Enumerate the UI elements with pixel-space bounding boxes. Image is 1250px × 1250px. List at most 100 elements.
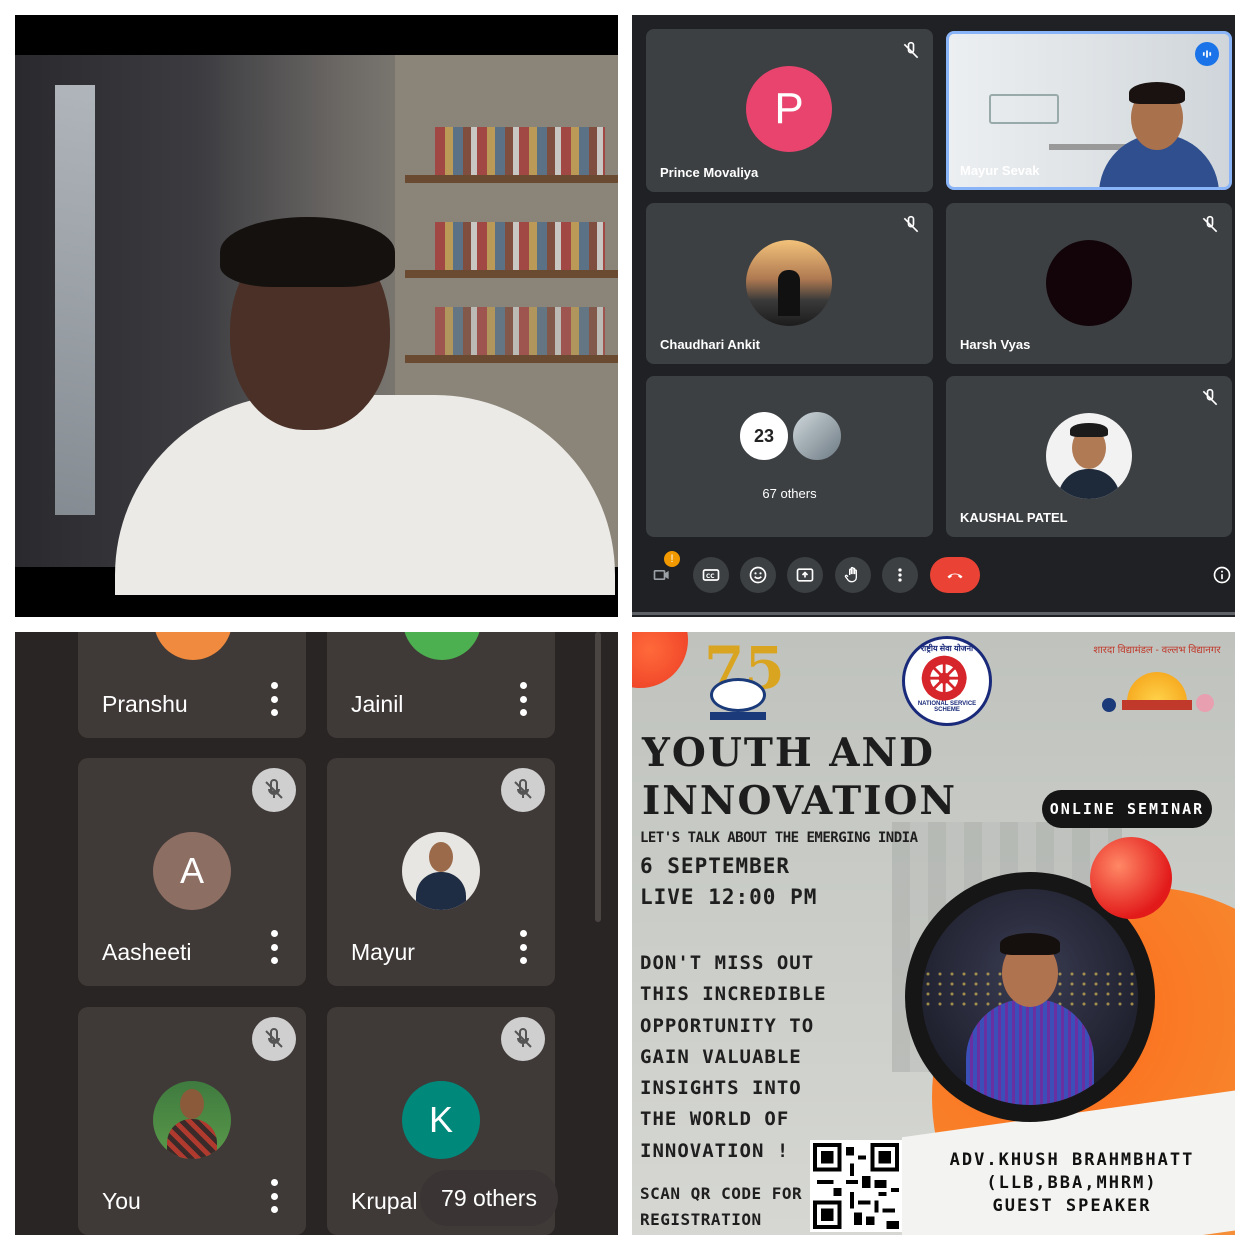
college-logo: शारदा विद्यामंडल - वल्लभ विद्यानगर: [1092, 642, 1222, 728]
lamp-icon: [1102, 698, 1116, 712]
qr-code-icon: [813, 1143, 899, 1229]
reactions-button[interactable]: [740, 557, 776, 593]
shirt: [1058, 469, 1120, 499]
qr-label: REGISTRATION: [640, 1210, 762, 1229]
participant-name: KAUSHAL PATEL: [960, 510, 1068, 525]
participant-tile[interactable]: KAUSHAL PATEL: [946, 376, 1232, 537]
decorative-circle: [632, 632, 688, 688]
mic-off-icon: [501, 1017, 545, 1061]
mic-off-icon: [501, 768, 545, 812]
speaker-hair: [1129, 82, 1185, 104]
avatar: [791, 410, 843, 462]
shelf: [405, 175, 618, 183]
participant-tile[interactable]: Pranshu: [78, 632, 306, 738]
others-count: 67 others: [762, 486, 817, 501]
more-options-icon[interactable]: [270, 930, 278, 964]
shelf: [405, 270, 618, 278]
others-tile[interactable]: 23 67 others: [646, 376, 933, 537]
speaker-photo: [922, 889, 1138, 1105]
svg-text:CC: CC: [706, 574, 715, 580]
shelf: [405, 355, 618, 363]
participant-name: Pranshu: [102, 691, 188, 717]
video-frame: [15, 55, 618, 595]
avatar: [153, 1081, 231, 1159]
books: [435, 307, 605, 355]
poster-body: DON'T MISS OUT THIS INCREDIBLE OPPORTUNI…: [640, 952, 827, 1162]
speaking-indicator-icon: [1195, 42, 1219, 66]
present-button[interactable]: [787, 557, 823, 593]
speaker-hair: [220, 217, 395, 287]
participant-tile[interactable]: A Aasheeti: [78, 758, 306, 986]
speaker-video-panel: [15, 15, 618, 617]
camera-icon: [653, 570, 669, 580]
mic-off-icon: [1202, 388, 1218, 406]
hang-up-icon: [947, 573, 963, 579]
qr-label: SCAN QR CODE FOR: [640, 1184, 803, 1203]
wall-socket: [989, 94, 1059, 124]
captions-button[interactable]: CC: [693, 557, 729, 593]
more-options-icon[interactable]: [270, 1179, 278, 1213]
mic-off-icon: [1202, 215, 1218, 233]
online-seminar-badge: ONLINE SEMINAR: [1042, 790, 1212, 828]
mic-off-icon: [252, 768, 296, 812]
poster-tagline: LET'S TALK ABOUT THE EMERGING INDIA: [640, 830, 918, 846]
participant-tile[interactable]: Mayur: [327, 758, 555, 986]
participant-name: Krupal: [351, 1188, 418, 1214]
meet-mobile-grid: Pranshu Jainil A Aasheeti Mayur You K Kr…: [15, 632, 618, 1235]
present-icon: [796, 568, 814, 582]
emoji-icon: [749, 566, 767, 584]
camera-off-button[interactable]: !: [644, 551, 680, 593]
avatar: [1046, 413, 1132, 499]
participant-name: You: [102, 1188, 141, 1214]
books: [435, 127, 605, 175]
participant-name: Chaudhari Ankit: [660, 337, 760, 352]
speaker-shirt: [966, 999, 1094, 1105]
participant-tile[interactable]: Chaudhari Ankit: [646, 203, 933, 364]
participant-name: Jainil: [351, 691, 404, 717]
participant-tile[interactable]: P Prince Movaliya: [646, 29, 933, 192]
shirt: [167, 1119, 217, 1159]
nss-logo: NATIONAL SERVICE SCHEME राष्ट्रीय सेवा य…: [902, 636, 992, 726]
bottom-divider: [632, 612, 1235, 615]
silhouette: [778, 270, 800, 316]
speaker-hair: [1000, 933, 1060, 955]
avatar: 23: [738, 410, 790, 462]
avatar: K: [402, 1081, 480, 1159]
participant-name: Aasheeti: [102, 939, 192, 965]
speaker-role: GUEST SPEAKER: [992, 1196, 1152, 1216]
registration-qr-code[interactable]: [810, 1140, 902, 1232]
more-options-icon[interactable]: [270, 682, 278, 716]
avatar: [1046, 240, 1132, 326]
books: [435, 222, 605, 270]
more-options-button[interactable]: [882, 557, 918, 593]
mic-off-icon: [252, 1017, 296, 1061]
participant-name: Prince Movaliya: [660, 165, 759, 180]
active-speaker-tile[interactable]: Mayur Sevak: [946, 31, 1232, 190]
decorative-red-circle: [1090, 837, 1172, 919]
info-icon: [1213, 566, 1231, 584]
anniversary-logo: 75: [702, 634, 785, 722]
participant-tile[interactable]: You: [78, 1007, 306, 1235]
emblem: [710, 678, 766, 712]
mic-off-icon: [903, 215, 919, 233]
avatar: A: [153, 832, 231, 910]
participant-tile[interactable]: Jainil: [327, 632, 555, 738]
more-options-icon[interactable]: [519, 930, 527, 964]
raise-hand-button[interactable]: [835, 557, 871, 593]
seminar-poster: 75 NATIONAL SERVICE SCHEME राष्ट्रीय सेव…: [632, 632, 1235, 1235]
participant-name: Mayur Sevak: [960, 163, 1040, 178]
face: [180, 1089, 204, 1119]
poster-date: 6 SEPTEMBER: [640, 854, 791, 878]
shirt: [416, 872, 466, 910]
more-icon: [898, 568, 902, 582]
participant-tile[interactable]: Harsh Vyas: [946, 203, 1232, 364]
avatar: [746, 240, 832, 326]
mic-off-icon: [903, 41, 919, 59]
leave-call-button[interactable]: [930, 557, 980, 593]
more-options-icon[interactable]: [519, 682, 527, 716]
poster-title-line-2: INNOVATION: [642, 778, 958, 824]
scrollbar[interactable]: [595, 632, 601, 922]
others-count-chip[interactable]: 79 others: [420, 1170, 558, 1226]
meeting-info-button[interactable]: [1204, 557, 1235, 593]
speaker-degrees: (LLB,BBA,MHRM): [986, 1173, 1158, 1193]
